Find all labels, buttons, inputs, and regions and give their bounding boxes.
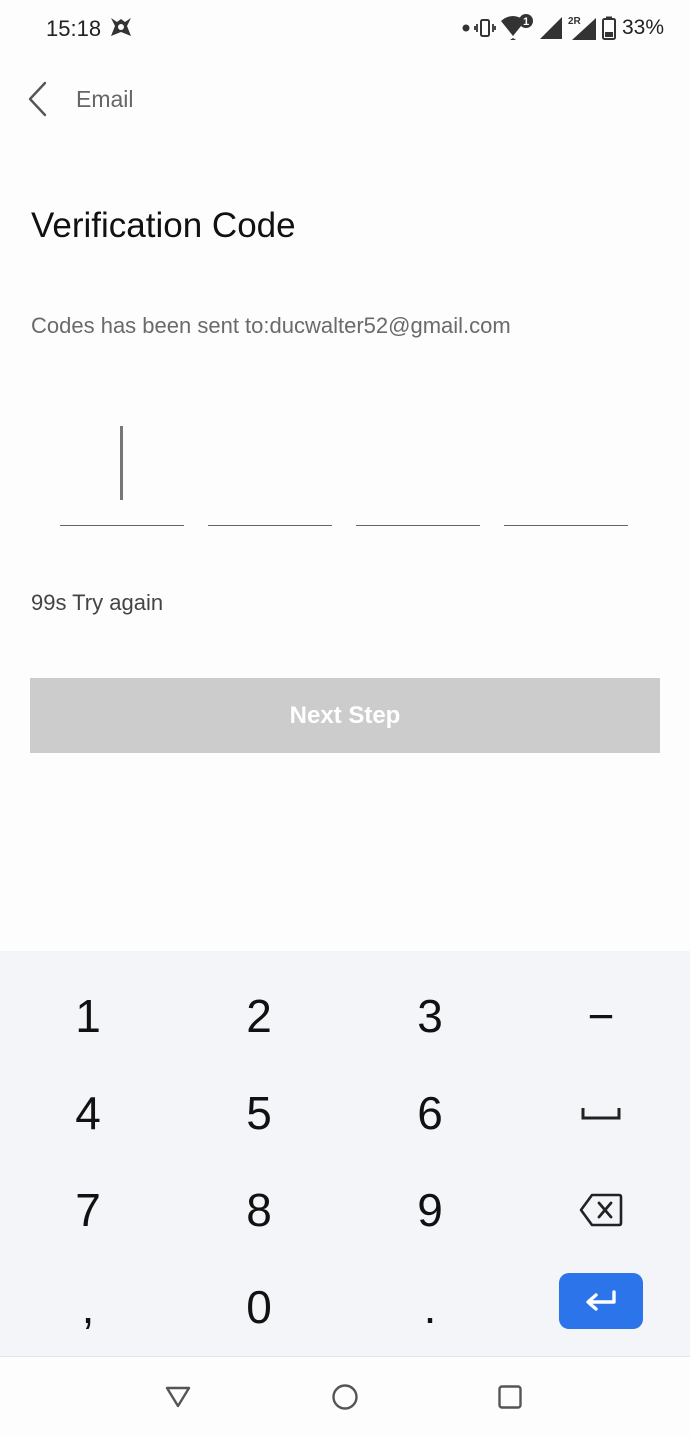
key-6[interactable]: 6 bbox=[355, 1068, 505, 1158]
key-9[interactable]: 9 bbox=[355, 1165, 505, 1255]
code-sent-message: Codes has been sent to:ducwalter52@gmail… bbox=[31, 313, 511, 338]
nav-recents-button[interactable] bbox=[488, 1375, 532, 1419]
key-comma[interactable]: , bbox=[13, 1262, 163, 1352]
key-5[interactable]: 5 bbox=[184, 1068, 334, 1158]
chevron-left-icon bbox=[28, 81, 47, 117]
code-box-2[interactable] bbox=[208, 410, 332, 526]
recents-square-icon bbox=[498, 1385, 522, 1409]
key-2[interactable]: 2 bbox=[184, 971, 334, 1061]
status-bar: 15:18 1 2R 33% bbox=[0, 0, 690, 58]
enter-icon bbox=[586, 1290, 616, 1311]
key-0[interactable]: 0 bbox=[184, 1262, 334, 1352]
app-notification-icon bbox=[111, 18, 131, 36]
code-box-3[interactable] bbox=[356, 410, 480, 526]
wifi-icon: 1 bbox=[500, 14, 533, 40]
key-backspace[interactable] bbox=[526, 1165, 676, 1255]
back-button[interactable] bbox=[18, 78, 58, 120]
text-cursor bbox=[120, 426, 123, 500]
page-title: Verification Code bbox=[31, 206, 296, 245]
signal-roaming-icon: 2R bbox=[568, 16, 596, 40]
key-1[interactable]: 1 bbox=[13, 971, 163, 1061]
status-icons: 1 2R 33% bbox=[462, 14, 664, 42]
key-3[interactable]: 3 bbox=[355, 971, 505, 1061]
system-navigation-bar bbox=[0, 1356, 690, 1436]
code-box-4[interactable] bbox=[504, 410, 628, 526]
sim-badge-text: 1 bbox=[523, 16, 529, 28]
roaming-label: 2R bbox=[568, 16, 582, 27]
back-triangle-icon bbox=[165, 1386, 191, 1408]
backspace-icon bbox=[579, 1193, 623, 1227]
dot-icon bbox=[462, 24, 470, 32]
key-space[interactable] bbox=[526, 1068, 676, 1158]
key-minus[interactable]: − bbox=[526, 971, 676, 1061]
key-period[interactable]: . bbox=[355, 1262, 505, 1352]
vibrate-icon bbox=[474, 19, 496, 37]
status-time: 15:18 bbox=[46, 16, 102, 41]
header-title: Email bbox=[76, 86, 134, 112]
nav-back-button[interactable] bbox=[156, 1375, 200, 1419]
numeric-keyboard: 1 2 3 − 4 5 6 7 8 9 , 0 . bbox=[0, 951, 690, 1356]
next-step-button[interactable]: Next Step bbox=[30, 678, 660, 753]
key-enter[interactable] bbox=[559, 1273, 643, 1329]
key-4[interactable]: 4 bbox=[13, 1068, 163, 1158]
nav-home-button[interactable] bbox=[323, 1375, 367, 1419]
key-7[interactable]: 7 bbox=[13, 1165, 163, 1255]
battery-percent: 33% bbox=[621, 16, 664, 39]
battery-icon bbox=[601, 16, 616, 40]
verification-code-input[interactable] bbox=[60, 410, 630, 526]
retry-countdown[interactable]: 99s Try again bbox=[31, 590, 163, 616]
signal-icon bbox=[539, 17, 562, 39]
key-8[interactable]: 8 bbox=[184, 1165, 334, 1255]
space-icon bbox=[581, 1108, 621, 1120]
home-circle-icon bbox=[332, 1384, 358, 1410]
code-box-1[interactable] bbox=[60, 410, 184, 526]
